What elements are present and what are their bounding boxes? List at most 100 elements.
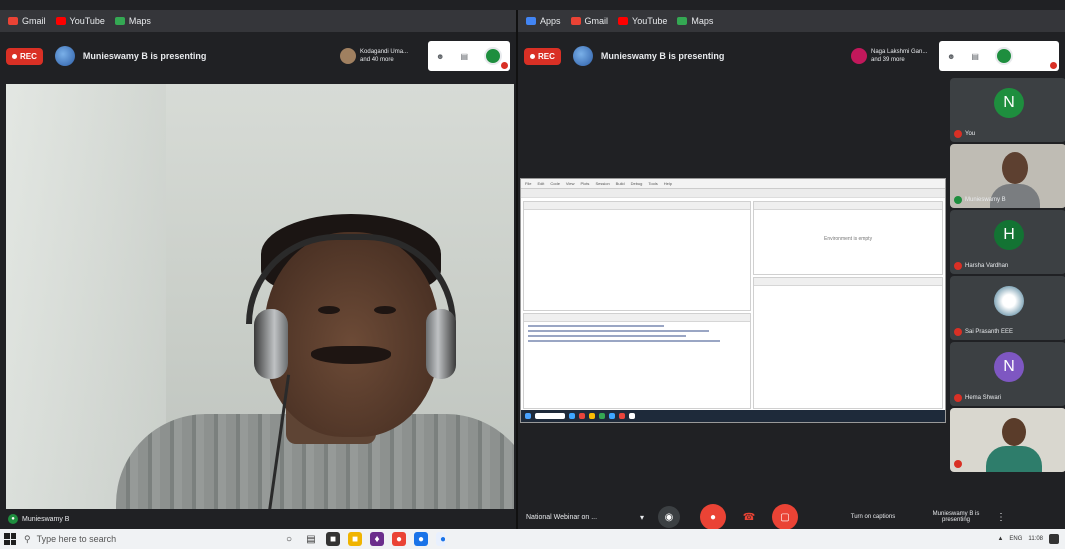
participant-photo xyxy=(994,286,1024,316)
tile-name: Hema Shwari xyxy=(965,395,1002,401)
left-meet-window: Gmail YouTube Maps REC Munieswamy B is p… xyxy=(0,10,516,529)
presenting-text: Munieswamy B is presenting xyxy=(600,51,725,61)
shared-screen: File Edit Code View Plots Session Build Debug To… xyxy=(520,178,946,423)
gmail-icon xyxy=(570,17,581,25)
clock[interactable]: 11:08 xyxy=(1028,536,1043,542)
meet-top-bar: REC Munieswamy B is presenting Naga Laks… xyxy=(518,34,1065,78)
youtube-icon xyxy=(55,17,66,25)
bookmark-youtube[interactable]: YouTube xyxy=(55,16,105,26)
tile-name: Sai Prasanth EEE xyxy=(965,329,1014,335)
tile-name: You xyxy=(965,131,976,137)
bookmark-gmail[interactable]: Gmail xyxy=(570,16,608,26)
search-placeholder: Type here to search xyxy=(36,534,117,544)
bookmarks-bar: Apps Gmail YouTube Maps xyxy=(518,10,1065,32)
video-name: Munieswamy B xyxy=(22,515,70,523)
youtube-icon xyxy=(618,17,629,25)
more-options-icon[interactable]: ⋮ xyxy=(996,512,1006,523)
meeting-title[interactable]: National Webinar on ... xyxy=(526,514,636,521)
people-icon[interactable]: ☻ xyxy=(947,52,955,61)
participant-tile[interactable]: Munieswamy B xyxy=(950,144,1065,208)
windows-start-icon[interactable] xyxy=(4,533,16,545)
bookmark-gmail[interactable]: Gmail xyxy=(8,16,46,26)
mic-toggle-button[interactable]: ● xyxy=(700,504,727,530)
apps-icon xyxy=(526,17,536,25)
participant-grid: N You Munieswamy B H Harsha Vardhan Sai … xyxy=(948,78,1065,485)
participant-tile[interactable]: N Hema Shwari xyxy=(950,342,1065,406)
meet-controls: ☻ ▤ xyxy=(939,41,1059,71)
participants-label: Kodagandi Uma... and 40 more xyxy=(360,49,409,63)
rstudio-menubar: File Edit Code View Plots Session Build Debug To… xyxy=(521,179,945,189)
gmail-icon xyxy=(8,17,18,25)
tile-initial: N xyxy=(994,88,1024,118)
bookmark-maps[interactable]: Maps xyxy=(677,16,713,26)
notifications-icon[interactable] xyxy=(1049,534,1059,544)
participant-tile[interactable] xyxy=(950,408,1065,472)
mic-off-icon xyxy=(501,62,508,69)
chat-icon[interactable]: ▤ xyxy=(971,52,979,61)
bookmark-label: Gmail xyxy=(22,16,46,26)
bookmark-apps[interactable]: Apps xyxy=(526,16,561,26)
bookmark-label: YouTube xyxy=(632,16,668,26)
maps-icon xyxy=(114,17,125,25)
folder-icon[interactable]: ■ xyxy=(348,532,362,546)
people-icon[interactable]: ☻ xyxy=(436,52,444,61)
system-tray: ▲ ENG 11:08 xyxy=(445,529,1065,549)
video-name-strip: ● Munieswamy B xyxy=(0,509,516,529)
bookmark-youtube[interactable]: YouTube xyxy=(618,16,667,26)
environment-empty-text: Environment is empty xyxy=(824,236,873,242)
presenter-avatar xyxy=(572,46,593,66)
mic-off-icon xyxy=(954,328,962,336)
tile-initial: H xyxy=(994,220,1024,250)
shield-icon[interactable]: ◉ xyxy=(658,506,681,528)
record-dot-icon xyxy=(12,53,17,59)
captions-button[interactable]: Turn on captions xyxy=(838,514,908,520)
bookmark-maps[interactable]: Maps xyxy=(114,16,151,26)
participant-avatar xyxy=(851,48,867,64)
widgets-icon[interactable]: ▤ xyxy=(304,532,318,546)
network-icon[interactable]: ▲ xyxy=(997,536,1003,542)
participants-label: Naga Lakshmi Gan... and 39 more xyxy=(871,49,928,63)
shared-screen-area: File Edit Code View Plots Session Build Debug To… xyxy=(518,78,948,485)
participant-tile[interactable]: N You xyxy=(950,78,1065,142)
participants-chip[interactable]: Kodagandi Uma... and 40 more xyxy=(340,48,418,64)
chrome-icon[interactable]: ● xyxy=(392,532,406,546)
taskbar-search[interactable]: ⚲ Type here to search xyxy=(24,534,274,545)
bookmark-label: Maps xyxy=(691,16,714,26)
rec-badge: REC xyxy=(524,47,561,65)
participants-chip[interactable]: Naga Lakshmi Gan... and 39 more xyxy=(851,48,929,64)
source-pane xyxy=(523,201,751,311)
mic-off-icon xyxy=(954,394,962,402)
mic-icon: ● xyxy=(8,514,18,524)
presenting-text: Munieswamy B is presenting xyxy=(82,51,207,61)
self-avatar[interactable] xyxy=(994,47,1013,65)
store-icon[interactable]: ■ xyxy=(326,532,340,546)
tile-name: Munieswamy B xyxy=(965,197,1006,203)
participant-photo xyxy=(1002,152,1028,184)
bookmarks-bar: Gmail YouTube Maps xyxy=(0,10,516,32)
task-view-icon[interactable]: ○ xyxy=(282,532,296,546)
edge-icon[interactable]: ● xyxy=(414,532,428,546)
present-button[interactable]: Munieswamy B is presenting xyxy=(926,511,986,523)
end-call-button[interactable]: ☎ xyxy=(736,504,762,530)
record-dot-icon xyxy=(530,53,535,59)
participant-tile[interactable]: H Harsha Vardhan xyxy=(950,210,1065,274)
camera-toggle-button[interactable]: ▢ xyxy=(772,504,799,530)
participant-tile[interactable]: Sai Prasanth EEE xyxy=(950,276,1065,340)
meet-top-bar: REC Munieswamy B is presenting Kodagandi… xyxy=(0,34,516,78)
maps-icon xyxy=(677,17,688,25)
search-icon: ⚲ xyxy=(24,533,31,544)
right-meet-window: Apps Gmail YouTube Maps REC Munieswamy B… xyxy=(516,10,1065,549)
tile-initial: N xyxy=(994,352,1024,382)
rec-label: REC xyxy=(20,51,37,61)
language-indicator[interactable]: ENG xyxy=(1009,536,1022,542)
mic-icon xyxy=(954,196,962,204)
rec-badge: REC xyxy=(6,47,43,65)
files-pane xyxy=(753,277,943,409)
chevron-down-icon[interactable]: ▾ xyxy=(640,513,644,522)
self-avatar[interactable] xyxy=(484,47,502,65)
presenter-video xyxy=(6,84,514,516)
chat-icon[interactable]: ▤ xyxy=(460,52,468,61)
participant-photo xyxy=(1002,418,1026,446)
mic-off-icon xyxy=(1050,62,1057,69)
app-icon[interactable]: ♦ xyxy=(370,532,384,546)
